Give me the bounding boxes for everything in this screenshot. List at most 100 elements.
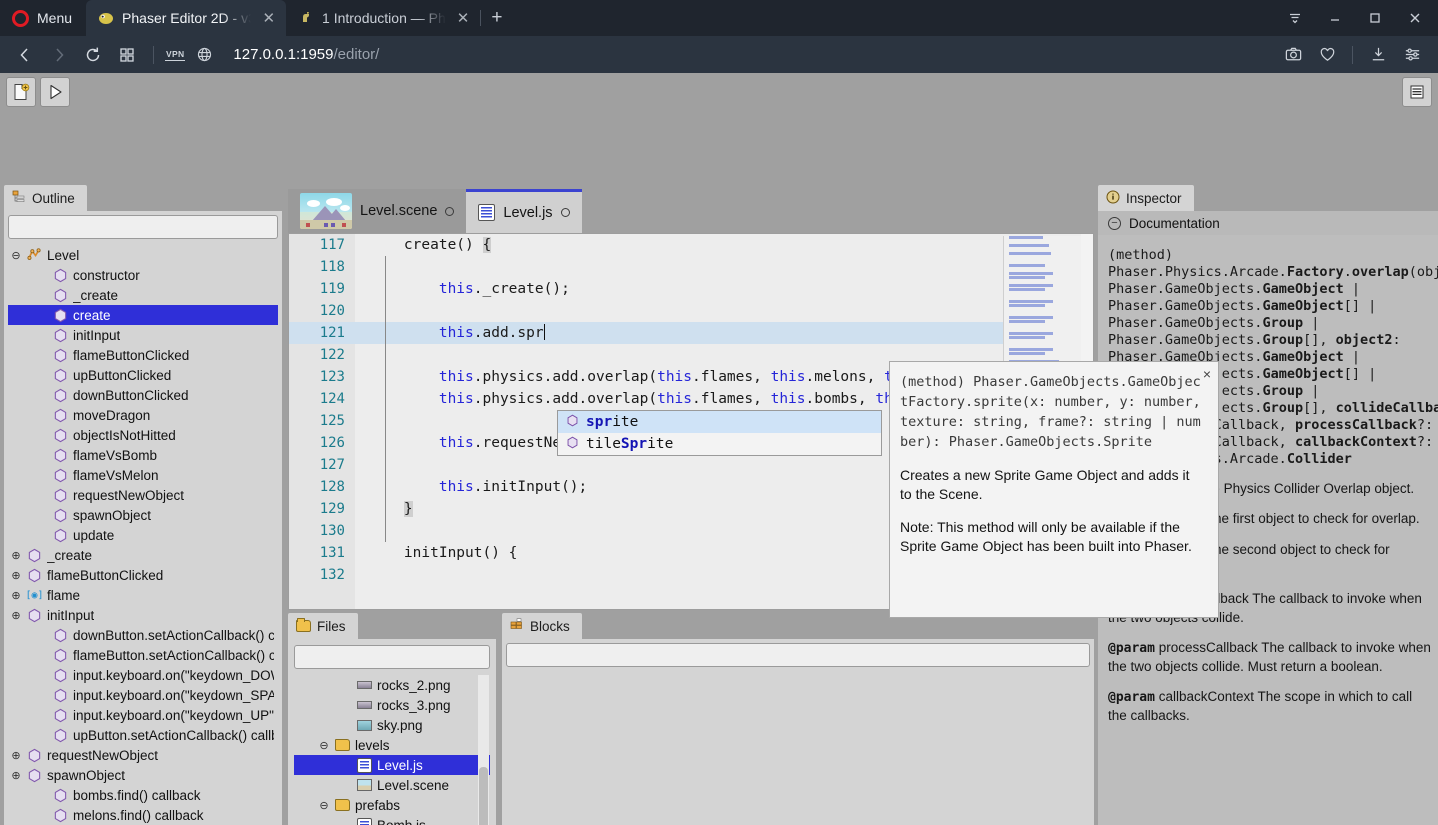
tree-item[interactable]: ⊖Level xyxy=(8,245,278,265)
documentation-section-header[interactable]: − Documentation xyxy=(1098,211,1438,235)
twisty-icon[interactable]: ⊕ xyxy=(10,549,22,562)
tooltip-paragraph-2: Note: This method will only be available… xyxy=(900,518,1204,556)
close-window-icon[interactable] xyxy=(1396,0,1434,36)
twisty-icon[interactable]: ⊕ xyxy=(10,589,22,602)
code-line[interactable]: this._create(); xyxy=(355,278,1003,300)
collapse-icon[interactable]: − xyxy=(1108,217,1121,230)
address-bar[interactable]: 127.0.0.1:1959/editor/ xyxy=(233,46,379,63)
tree-item[interactable]: initInput xyxy=(8,325,278,345)
outline-tree[interactable]: ⊖Levelconstructor_createcreateinitInputf… xyxy=(8,245,278,825)
tree-item[interactable]: upButton.setActionCallback() callback xyxy=(8,725,278,745)
tree-item[interactable]: constructor xyxy=(8,265,278,285)
scrollbar-thumb[interactable] xyxy=(479,767,488,825)
browser-tab-phaser-editor[interactable]: Phaser Editor 2D - v3. ✕ xyxy=(86,0,286,36)
heart-icon[interactable] xyxy=(1311,41,1343,69)
tree-item[interactable]: flameVsBomb xyxy=(8,445,278,465)
tree-item[interactable]: rocks_3.png xyxy=(294,695,490,715)
browser-tab-introduction[interactable]: 1 Introduction — Ph ✕ xyxy=(286,0,480,36)
snapshot-icon[interactable] xyxy=(1277,41,1309,69)
easy-setup-icon[interactable] xyxy=(1396,41,1428,69)
close-icon[interactable]: ✕ xyxy=(259,9,278,27)
code-line[interactable] xyxy=(355,300,1003,322)
tree-item[interactable]: ⊕[◉]flame xyxy=(8,585,278,605)
code-line[interactable] xyxy=(355,256,1003,278)
new-tab-button[interactable]: + xyxy=(481,0,512,36)
tab-inspector[interactable]: Inspector xyxy=(1098,185,1194,211)
tree-item[interactable]: ⊕initInput xyxy=(8,605,278,625)
tree-item[interactable]: ⊕_create xyxy=(8,545,278,565)
tree-item[interactable]: update xyxy=(8,525,278,545)
tree-item[interactable]: input.keyboard.on("keydown_DOWN") callba… xyxy=(8,665,278,685)
files-vertical-scrollbar[interactable] xyxy=(478,675,489,825)
tab-files[interactable]: Files xyxy=(288,613,358,639)
downloads-icon[interactable] xyxy=(1362,41,1394,69)
twisty-icon[interactable]: ⊕ xyxy=(10,769,22,782)
minimap-line xyxy=(1009,344,1081,347)
tree-item[interactable]: melons.find() callback xyxy=(8,805,278,825)
files-tree[interactable]: rocks_2.pngrocks_3.pngsky.png ⊖ levels Leve… xyxy=(294,675,490,825)
tree-item[interactable]: objectIsNotHitted xyxy=(8,425,278,445)
twisty-icon[interactable]: ⊕ xyxy=(10,749,22,762)
autocomplete-popup[interactable]: sprite tileSprite xyxy=(557,410,882,456)
tree-item-label: levels xyxy=(355,738,390,753)
tree-item[interactable]: downButtonClicked xyxy=(8,385,278,405)
editor-tab-level-js[interactable]: Level.js xyxy=(466,189,581,233)
opera-menu-button[interactable]: Menu xyxy=(0,0,86,36)
tree-item[interactable]: sky.png xyxy=(294,715,490,735)
vpn-badge[interactable]: VPN xyxy=(165,49,185,61)
toggle-panels-icon[interactable] xyxy=(1402,77,1432,107)
tree-item[interactable]: flameButtonClicked xyxy=(8,345,278,365)
tree-item[interactable]: Level.scene xyxy=(294,775,490,795)
tab-outline[interactable]: Outline xyxy=(4,185,87,211)
globe-icon[interactable] xyxy=(189,41,219,69)
minimap-line xyxy=(1009,284,1053,287)
tree-item[interactable]: ⊕flameButtonClicked xyxy=(8,565,278,585)
autocomplete-item-tilesprite[interactable]: tileSprite xyxy=(558,433,881,455)
tree-item[interactable]: input.keyboard.on("keydown_SPACE") callb… xyxy=(8,685,278,705)
tree-item[interactable]: flameVsMelon xyxy=(8,465,278,485)
close-icon[interactable]: ✕ xyxy=(454,9,473,27)
tree-item[interactable]: ⊕spawnObject xyxy=(8,765,278,785)
tree-item[interactable]: ⊕requestNewObject xyxy=(8,745,278,765)
tree-item[interactable]: spawnObject xyxy=(8,505,278,525)
new-file-icon[interactable] xyxy=(6,77,36,107)
twisty-icon[interactable]: ⊕ xyxy=(10,609,22,622)
outline-filter-input[interactable] xyxy=(8,215,278,239)
maximize-icon[interactable] xyxy=(1356,0,1394,36)
editor-tab-level-scene[interactable]: Level.scene xyxy=(288,189,466,233)
tree-item[interactable]: ⊖prefabs xyxy=(294,795,490,815)
tree-item[interactable]: downButton.setActionCallback() callback xyxy=(8,625,278,645)
tree-item[interactable]: Bomb.js xyxy=(294,815,490,825)
run-icon[interactable] xyxy=(40,77,70,107)
tree-item[interactable]: _create xyxy=(8,285,278,305)
code-line[interactable]: this.add.spr xyxy=(355,322,1003,344)
code-line[interactable]: create() { xyxy=(355,234,1003,256)
tree-item[interactable]: bombs.find() callback xyxy=(8,785,278,805)
dirty-indicator-icon[interactable] xyxy=(445,207,454,216)
twisty-icon[interactable]: ⊖ xyxy=(318,799,330,812)
tab-overview-icon[interactable] xyxy=(112,41,142,69)
collapse-tabs-icon[interactable] xyxy=(1276,0,1314,36)
close-icon[interactable]: × xyxy=(1203,366,1211,382)
tree-item[interactable]: Level.js xyxy=(294,755,490,775)
tree-item[interactable]: flameButton.setActionCallback() callback xyxy=(8,645,278,665)
blocks-filter-input[interactable] xyxy=(506,643,1090,667)
tree-item[interactable]: requestNewObject xyxy=(8,485,278,505)
minimize-icon[interactable] xyxy=(1316,0,1354,36)
tree-item[interactable]: input.keyboard.on("keydown_UP") callback xyxy=(8,705,278,725)
twisty-icon[interactable]: ⊕ xyxy=(10,569,22,582)
tree-item[interactable]: rocks_2.png xyxy=(294,675,490,695)
reload-icon[interactable] xyxy=(78,41,108,69)
tree-item[interactable]: moveDragon xyxy=(8,405,278,425)
autocomplete-item-sprite[interactable]: sprite xyxy=(558,411,881,433)
tree-item[interactable]: create xyxy=(8,305,278,325)
twisty-icon[interactable]: ⊖ xyxy=(10,249,22,262)
tree-item[interactable]: ⊖ levels xyxy=(294,735,490,755)
back-icon[interactable] xyxy=(10,41,40,69)
dirty-indicator-icon[interactable] xyxy=(561,208,570,217)
documentation-tooltip[interactable]: × (method) Phaser.GameObjects.GameObject… xyxy=(889,361,1219,618)
files-filter-input[interactable] xyxy=(294,645,490,669)
tree-item[interactable]: upButtonClicked xyxy=(8,365,278,385)
twisty-icon[interactable]: ⊖ xyxy=(318,739,330,752)
tab-blocks[interactable]: Blocks xyxy=(502,613,582,639)
